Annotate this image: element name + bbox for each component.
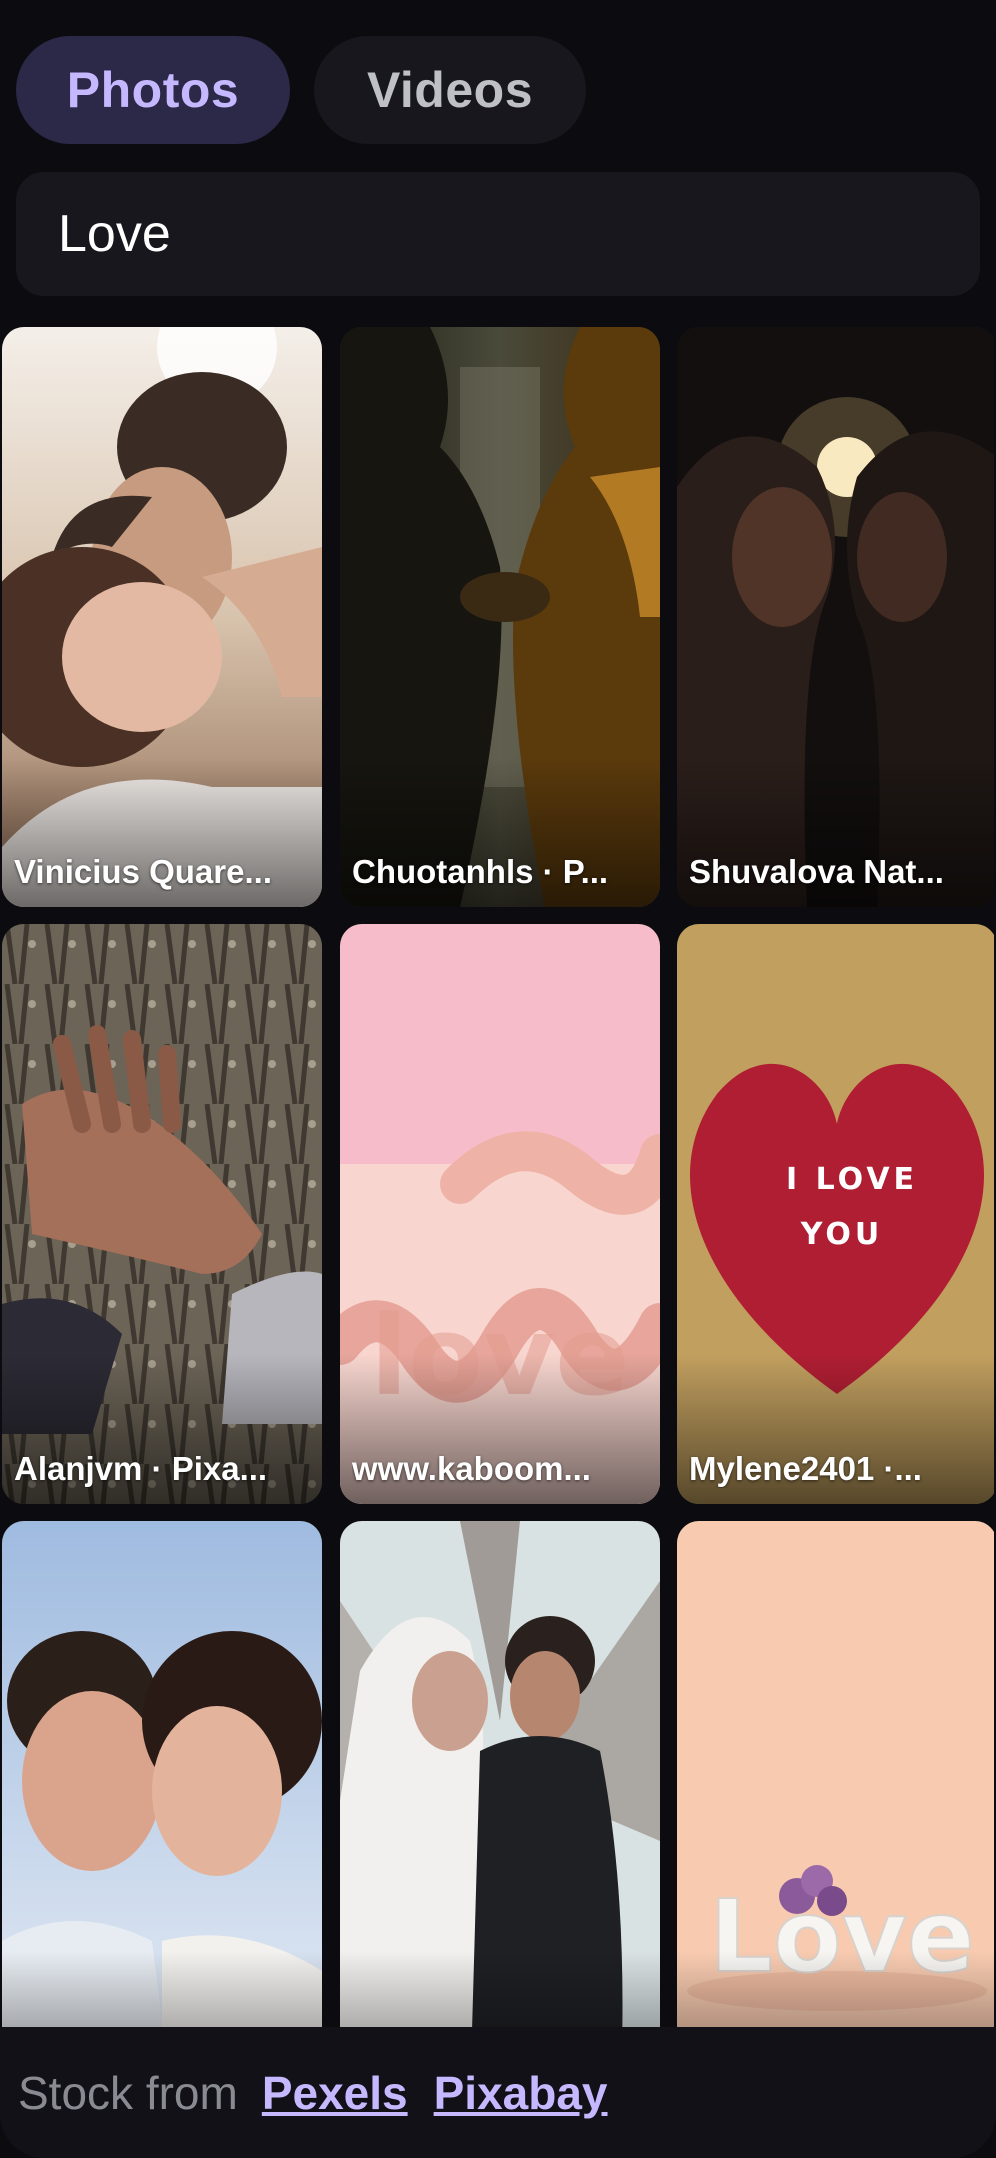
caption-shade	[2, 1951, 322, 2027]
heart-text-line1: I LOVE	[786, 1162, 918, 1197]
tab-videos[interactable]: Videos	[314, 36, 586, 144]
result-tile-1[interactable]: Vinicius Quare...	[2, 327, 322, 907]
caption-shade	[340, 1951, 660, 2027]
app-screen: Photos Videos Love Vinicius Quare... Chu…	[0, 0, 996, 2158]
result-tile-5[interactable]: love www.kaboom...	[340, 924, 660, 1504]
pexels-link[interactable]: Pexels	[262, 2066, 408, 2120]
stock-attribution-footer: Stock from Pexels Pixabay	[0, 2027, 996, 2158]
search-input[interactable]	[56, 203, 940, 265]
photo-credit: www.kaboom...	[352, 1450, 591, 1487]
photo-credit: Chuotanhls · P...	[352, 853, 609, 890]
result-tile-7[interactable]	[2, 1521, 322, 2027]
result-tile-4[interactable]: Alanjvm · Pixa...	[2, 924, 322, 1504]
tab-photos[interactable]: Photos	[16, 36, 290, 144]
caption-shade	[677, 1951, 994, 2027]
result-tile-3[interactable]: Shuvalova Nat...	[677, 327, 994, 907]
results-grid[interactable]: Vinicius Quare... Chuotanhls · P... Shuv…	[2, 327, 994, 2027]
tab-photos-label: Photos	[66, 62, 240, 118]
tab-videos-label: Videos	[366, 62, 534, 118]
search-bar[interactable]	[16, 172, 980, 296]
photo-credit: Vinicius Quare...	[14, 853, 272, 890]
result-tile-6[interactable]: I LOVE YOU Mylene2401 ·...	[677, 924, 994, 1504]
photo-credit: Mylene2401 ·...	[689, 1450, 922, 1487]
pixabay-link[interactable]: Pixabay	[434, 2066, 608, 2120]
result-tile-8[interactable]	[340, 1521, 660, 2027]
result-tile-9[interactable]: Love	[677, 1521, 994, 2027]
heart-text-line2: YOU	[800, 1217, 884, 1252]
photo-credit: Alanjvm · Pixa...	[14, 1450, 268, 1487]
stock-from-label: Stock from	[18, 2066, 238, 2119]
photo-credit: Shuvalova Nat...	[689, 853, 944, 890]
result-tile-2[interactable]: Chuotanhls · P...	[340, 327, 660, 907]
